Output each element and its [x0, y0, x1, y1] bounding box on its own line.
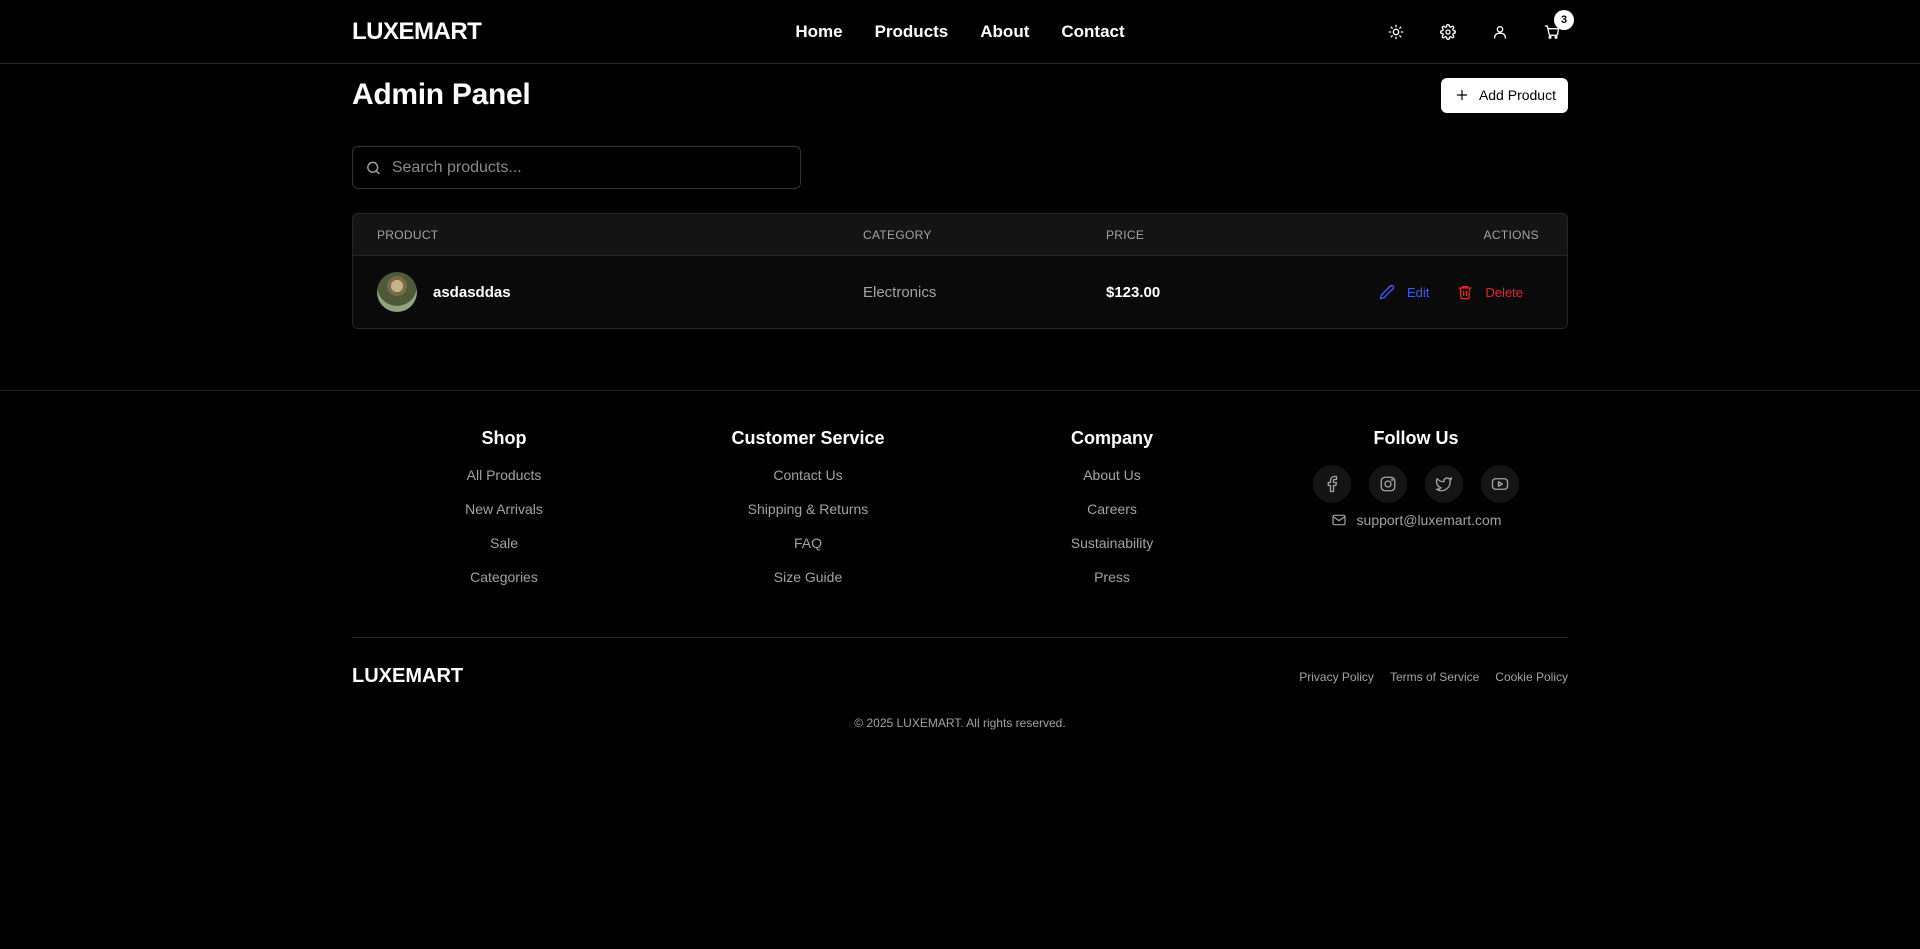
delete-button[interactable]: Delete [1457, 284, 1523, 300]
footer-col-follow: Follow Us support@luxemart.com [1264, 428, 1568, 601]
brand-logo[interactable]: LUXEMART [352, 18, 482, 46]
products-table: PRODUCT CATEGORY PRICE ACTIONS asdasddas… [352, 213, 1568, 329]
nav-home[interactable]: Home [795, 22, 842, 42]
twitter-icon [1435, 477, 1453, 492]
pencil-icon [1379, 284, 1395, 300]
footer-link[interactable]: Categories [352, 567, 656, 587]
trash-icon [1458, 286, 1473, 300]
header-actions: ACTIONS [1483, 227, 1539, 242]
plus-icon [1456, 89, 1468, 101]
footer-link[interactable]: Size Guide [656, 567, 960, 587]
footer-col-customer-service: Customer Service Contact Us Shipping & R… [656, 428, 960, 601]
header-category: CATEGORY [863, 227, 932, 242]
edit-label: Edit [1407, 284, 1430, 300]
product-cell: asdasddas [377, 272, 863, 312]
nav-about[interactable]: About [980, 22, 1029, 42]
account-button[interactable] [1484, 16, 1516, 48]
header-actions: 3 [1380, 10, 1574, 48]
table-row: asdasddas Electronics $123.00 Edit Delet… [353, 256, 1567, 328]
admin-main: Admin Panel Add Product PRODUCT CATEGORY… [0, 64, 1920, 390]
mail-icon [1331, 514, 1346, 526]
user-icon [1494, 26, 1506, 39]
edit-button[interactable]: Edit [1379, 284, 1429, 300]
facebook-link[interactable] [1313, 465, 1351, 503]
add-product-label: Add Product [1478, 87, 1556, 103]
footer-link[interactable]: New Arrivals [352, 499, 656, 519]
footer-link[interactable]: Shipping & Returns [656, 499, 960, 519]
footer-heading: Company [1070, 428, 1153, 448]
footer-link[interactable]: Contact Us [656, 465, 960, 485]
footer-heading: Follow Us [1373, 428, 1459, 448]
gear-icon [1440, 24, 1456, 40]
product-thumbnail [377, 272, 417, 312]
footer-col-company: Company About Us Careers Sustainability … [960, 428, 1264, 601]
table-header: PRODUCT CATEGORY PRICE ACTIONS [353, 214, 1567, 256]
page-title: Admin Panel [352, 78, 531, 111]
settings-button[interactable] [1432, 16, 1464, 48]
search-input[interactable] [391, 158, 788, 177]
cookie-policy-link[interactable]: Cookie Policy [1495, 670, 1568, 684]
twitter-link[interactable] [1425, 465, 1463, 503]
support-email-text: support@luxemart.com [1356, 512, 1502, 528]
delete-label: Delete [1485, 284, 1523, 300]
legal-links: Privacy Policy Terms of Service Cookie P… [1299, 670, 1568, 684]
footer-heading: Customer Service [731, 428, 885, 448]
cart-button[interactable]: 3 [1536, 10, 1574, 48]
search-box [352, 146, 801, 189]
footer-col-shop: Shop All Products New Arrivals Sale Cate… [352, 428, 656, 601]
terms-of-service-link[interactable]: Terms of Service [1390, 670, 1479, 684]
product-price: $123.00 [1106, 283, 1161, 301]
footer-link[interactable]: About Us [960, 465, 1264, 485]
support-email[interactable]: support@luxemart.com [1264, 512, 1568, 528]
facebook-icon [1327, 475, 1338, 493]
theme-toggle-button[interactable] [1380, 16, 1412, 48]
footer-link[interactable]: All Products [352, 465, 656, 485]
sun-icon [1388, 24, 1404, 40]
privacy-policy-link[interactable]: Privacy Policy [1299, 670, 1374, 684]
footer-link[interactable]: Careers [960, 499, 1264, 519]
youtube-link[interactable] [1481, 465, 1519, 503]
footer-link[interactable]: Press [960, 567, 1264, 587]
site-footer: Shop All Products New Arrivals Sale Cate… [0, 390, 1920, 730]
footer-link[interactable]: FAQ [656, 533, 960, 553]
product-category: Electronics [863, 283, 937, 301]
product-name: asdasddas [433, 283, 511, 301]
footer-link[interactable]: Sustainability [960, 533, 1264, 553]
instagram-icon [1380, 476, 1396, 492]
site-header: LUXEMART Home Products About Contact 3 [0, 0, 1920, 64]
header-price: PRICE [1106, 227, 1145, 242]
main-nav: Home Products About Contact [795, 22, 1124, 42]
footer-heading: Shop [481, 428, 527, 448]
header-product: PRODUCT [377, 227, 439, 242]
instagram-link[interactable] [1369, 465, 1407, 503]
nav-contact[interactable]: Contact [1061, 22, 1124, 42]
youtube-icon [1491, 478, 1509, 490]
search-icon [367, 161, 380, 174]
row-actions: Edit Delete [1322, 284, 1543, 300]
cart-count-badge: 3 [1554, 10, 1574, 30]
footer-brand[interactable]: LUXEMART [352, 665, 463, 688]
nav-products[interactable]: Products [875, 22, 949, 42]
add-product-button[interactable]: Add Product [1440, 77, 1568, 113]
footer-link[interactable]: Sale [352, 533, 656, 553]
copyright: © 2025 LUXEMART. All rights reserved. [854, 716, 1066, 730]
